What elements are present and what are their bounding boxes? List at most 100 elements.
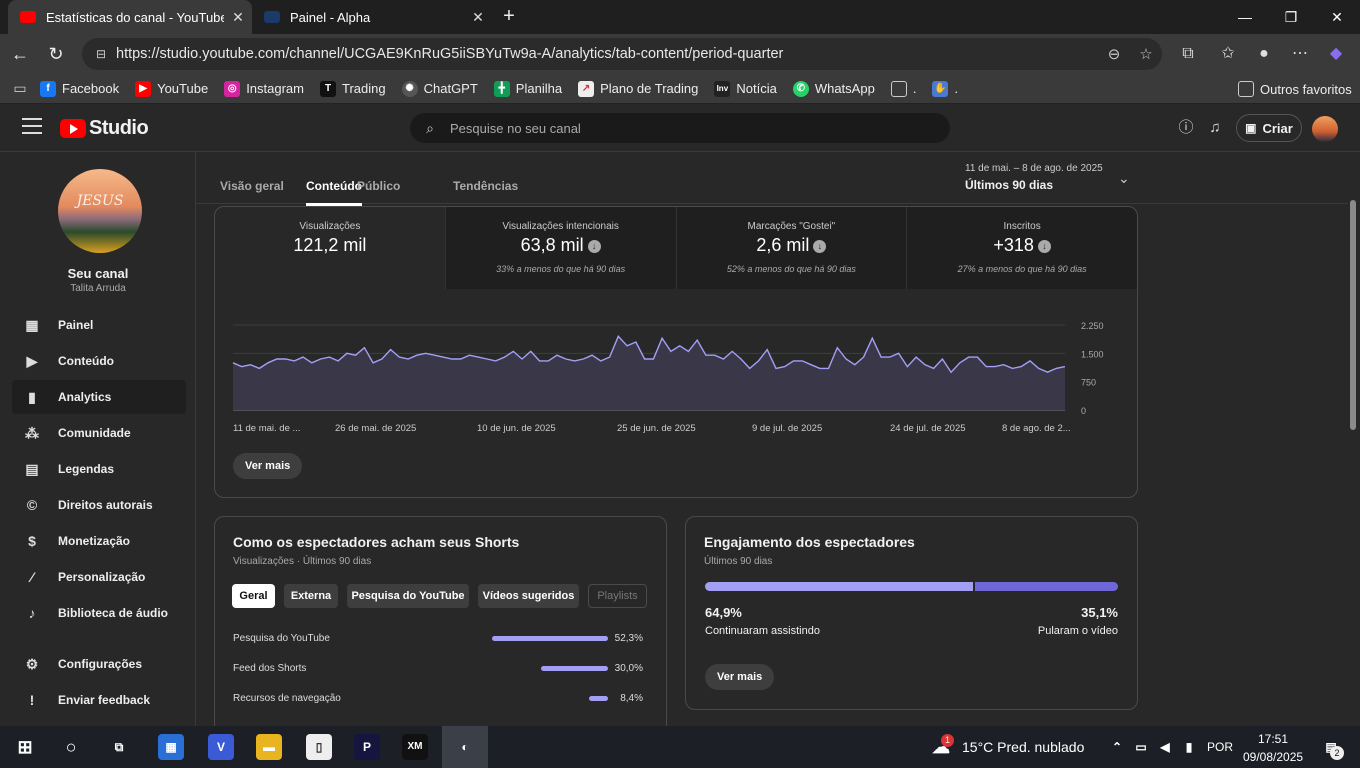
metric-likes[interactable]: Marcações "Gostei" 2,6 mil ↓ 52% a menos … [676,207,908,289]
tab-visao-geral[interactable]: Visão geral [220,179,284,193]
bookmark-label: YouTube [157,81,209,96]
close-window-button[interactable]: ✕ [1314,0,1360,34]
chip-pesquisa-youtube[interactable]: Pesquisa do YouTube [347,584,469,608]
new-tab-button[interactable]: + [496,4,522,30]
tab-publico[interactable]: Público [357,179,400,193]
favorite-star-icon[interactable]: ☆ [1130,45,1162,63]
sidebar-item-direitos-autorais[interactable]: © Direitos autorais [12,488,186,522]
sidebar-toggle-icon[interactable]: ▭ [0,80,40,97]
studio-logo[interactable]: Studio [60,117,149,140]
bell-icon[interactable]: ♫ [1205,118,1225,138]
more-menu-icon[interactable]: ⋯ [1288,42,1312,66]
close-tab-icon[interactable]: ✕ [464,9,492,26]
address-bar[interactable]: ⊟ https://studio.youtube.com/channel/UCG… [82,38,1162,70]
v-app-icon[interactable]: V [208,734,234,760]
sidebar-item-configuracoes[interactable]: ⚙ Configurações [12,647,186,681]
sidebar-item-painel[interactable]: ▦ Painel [12,308,186,342]
alpha-favicon-icon [264,11,280,23]
tab-painel-alpha[interactable]: Painel - Alpha ✕ [252,0,492,34]
bookmark-whatsapp[interactable]: ✆ WhatsApp [792,80,875,97]
close-tab-icon[interactable]: ✕ [224,9,252,26]
channel-avatar[interactable]: JESUS [58,169,142,253]
chip-playlists[interactable]: Playlists [588,584,647,608]
profile-icon[interactable]: ● [1252,42,1276,66]
sidebar-item-monetizacao[interactable]: $ Monetização [12,524,186,558]
chip-videos-sugeridos[interactable]: Vídeos sugeridos [478,584,579,608]
search-placeholder[interactable]: Pesquise no seu canal [450,121,581,136]
language-indicator[interactable]: POR [1207,740,1233,754]
scrollbar-thumb[interactable] [1350,200,1356,430]
minimize-button[interactable]: — [1222,0,1268,34]
bookmark-plano-trading[interactable]: ↗ Plano de Trading [578,80,698,97]
restore-button[interactable]: ❐ [1268,0,1314,34]
bookmark-youtube[interactable]: ▶ YouTube [135,80,209,97]
edge-browser-icon[interactable]: ◐ [442,726,488,768]
metric-views[interactable]: Visualizações 121,2 mil [215,207,446,289]
clock-date[interactable]: 09/08/2025 [1243,750,1303,764]
copilot-icon[interactable]: ◆ [1324,42,1348,66]
network-icon[interactable]: ▭ [1128,734,1154,760]
sidebar-item-analytics[interactable]: ▮ Analytics [12,380,186,414]
subtitles-icon: ▤ [25,460,39,477]
sidebar-item-biblioteca-audio[interactable]: ♪ Biblioteca de áudio [12,596,186,630]
bookmark-facebook[interactable]: f Facebook [40,80,119,97]
copyright-icon: © [26,497,38,513]
tab-youtube-studio[interactable]: Estatísticas do canal - YouTube Studio ✕ [8,0,252,34]
period-selector[interactable]: 11 de mai. – 8 de ago. de 2025 Últimos 9… [965,163,1103,192]
sidebar-item-personalizacao[interactable]: ⁄ Personalização [12,560,186,594]
account-avatar[interactable] [1312,116,1338,142]
search-icon[interactable]: ○ [58,734,84,760]
bookmark-noticia[interactable]: Inv Notícia [714,80,777,97]
help-icon[interactable]: ⓘ [1176,118,1196,138]
favorites-icon[interactable]: ✩ [1216,42,1240,66]
notification-count: 2 [1330,746,1344,760]
volume-icon[interactable]: ◀ [1152,734,1178,760]
chip-externa[interactable]: Externa [284,584,338,608]
menu-icon[interactable] [22,118,42,136]
chip-geral[interactable]: Geral [232,584,275,608]
tab-conteudo[interactable]: Conteúdo [306,179,362,206]
chevron-up-icon[interactable]: ⌃ [1104,734,1130,760]
folder-icon [1238,81,1254,97]
bookmark-hand[interactable]: ✋. [932,80,958,97]
xm-app-icon[interactable]: XM [402,734,428,760]
bookmark-folder[interactable]: . [890,80,916,97]
sidebar-item-conteudo[interactable]: ▶ Conteúdo [12,344,186,378]
bookmark-trading[interactable]: T Trading [320,80,386,97]
clock-time[interactable]: 17:51 [1243,732,1303,746]
url-text[interactable]: https://studio.youtube.com/channel/UCGAE… [116,46,1098,62]
chatgpt-icon: ✺ [401,80,418,97]
profit-app-icon[interactable]: P [354,734,380,760]
reload-button[interactable]: ↻ [42,40,70,68]
microphone-icon[interactable]: ▮ [1176,734,1202,760]
calendar-app-icon[interactable]: ▦ [158,734,184,760]
windows-start-icon[interactable]: ⊞ [12,734,38,760]
bookmark-instagram[interactable]: ◎ Instagram [224,80,304,97]
bookmark-chatgpt[interactable]: ✺ ChatGPT [401,80,478,97]
bookmark-planilha[interactable]: ╋ Planilha [493,80,563,97]
weather-text[interactable]: 15°C Pred. nublado [962,739,1084,755]
channel-search[interactable]: ⌕ Pesquise no seu canal [410,113,950,143]
see-more-button[interactable]: Ver mais [705,664,775,690]
sheets-icon: ╋ [493,80,510,97]
chevron-down-icon[interactable]: ⌄ [1118,170,1130,187]
file-explorer-icon[interactable]: ▬ [256,734,282,760]
metric-intentional-views[interactable]: Visualizações intencionais 63,8 mil ↓ 33%… [445,207,677,289]
create-button[interactable]: ▣ Criar [1236,114,1302,142]
sidebar-item-comunidade[interactable]: ⁂ Comunidade [12,416,186,450]
address-bar-row: ← ↻ ⊟ https://studio.youtube.com/channel… [0,34,1360,74]
notepad-icon[interactable]: ▯ [306,734,332,760]
tab-tendencias[interactable]: Tendências [453,179,518,193]
see-more-button[interactable]: Ver mais [233,453,303,479]
bookmark-label: Planilha [515,81,563,96]
sidebar-item-enviar-feedback[interactable]: ! Enviar feedback [12,683,186,717]
other-favorites[interactable]: Outros favoritos [1238,81,1352,97]
extensions-icon[interactable]: ⧉ [1176,42,1200,66]
page-scrollbar[interactable] [1348,152,1360,726]
back-button[interactable]: ← [6,40,34,68]
site-info-icon[interactable]: ⊟ [86,47,116,61]
zoom-icon[interactable]: ⊖ [1098,45,1130,63]
sidebar-item-legendas[interactable]: ▤ Legendas [12,452,186,486]
task-view-icon[interactable]: ⧉ [106,734,132,760]
metric-subscribers[interactable]: Inscritos +318 ↓ 27% a menos do que há 90… [907,207,1137,289]
